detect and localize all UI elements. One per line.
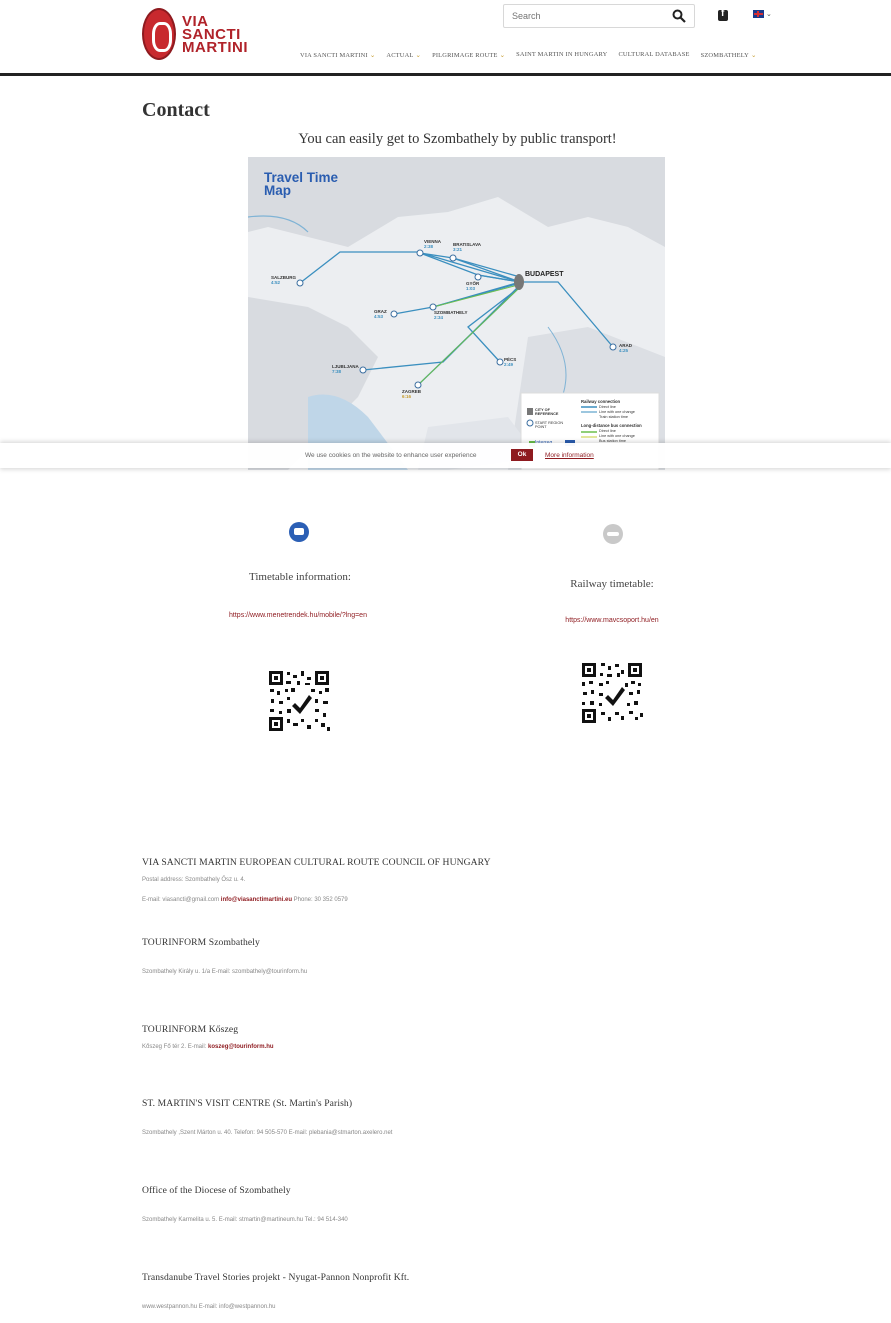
council-title: VIA SANCTI MARTIN EUROPEAN CULTURAL ROUT… <box>142 857 491 868</box>
search-box <box>503 4 695 28</box>
map-city-label: BRATISLAVA 3:21 <box>453 242 481 252</box>
bus-icon <box>289 522 309 542</box>
map-city-label: VIENNA 2:38 <box>424 239 441 249</box>
nav-item-pilgrimage-route[interactable]: PILGRIMAGE ROUTE ⌄ <box>432 51 505 59</box>
nav-item-actual[interactable]: ACTUAL ⌄ <box>386 51 421 59</box>
page-subtitle: You can easily get to Szombathely by pub… <box>298 131 617 147</box>
city-time: 4:25 <box>619 348 629 353</box>
legend-railway-item: Direct line <box>599 405 616 409</box>
nav-label: SZOMBATHELY <box>700 52 749 59</box>
legend-start-region: START REGION POINT <box>535 421 564 429</box>
logo-text: VIA SANCTI MARTINI <box>182 14 248 56</box>
cookie-text: We use cookies on the website to enhance… <box>305 452 477 459</box>
nav-item-via-sancti-martini[interactable]: VIA SANCTI MARTINI ⌄ <box>300 51 375 59</box>
council-postal: Postal address: Szombathely Ősz u. 4. <box>142 877 246 883</box>
chevron-down-icon: ⌄ <box>415 52 422 59</box>
timetable-link[interactable]: https://www.menetrendek.hu/mobile/?lng=e… <box>178 612 418 619</box>
site-header: VIA SANCTI MARTINI ⌄ VIA SANCTI MARTINI⌄… <box>0 0 891 76</box>
railway-label: Railway timetable: <box>570 578 654 590</box>
legend-bus-item: Direct line <box>599 429 616 433</box>
timetable-qr-code <box>267 669 331 733</box>
map-city-label: ARAD 4:25 <box>619 343 632 353</box>
map-city-label: LJUBLJANA 7:38 <box>332 364 359 374</box>
diocese-line: Szombathely Karmelita u. 5. E-mail: stma… <box>142 1217 348 1223</box>
map-city-label: SALZBURG 4:52 <box>271 275 296 285</box>
city-time: 2:34 <box>434 315 444 320</box>
map-city-label: BUDAPEST <box>525 271 564 278</box>
city-time: 2:38 <box>424 244 434 249</box>
legend-city-of-reference: CITY OF REFERENCE <box>535 408 559 416</box>
site-logo[interactable]: VIA SANCTI MARTINI <box>142 8 248 60</box>
nav-label: ACTUAL <box>386 52 414 59</box>
nav-item-cultural-database[interactable]: CULTURAL DATABASE <box>618 51 689 59</box>
nav-label: SAINT MARTIN IN HUNGARY <box>516 51 608 58</box>
map-title-text: Travel Time Map <box>264 170 339 198</box>
tourinform-koszeg-line: Kőszeg Fő tér 2. E-mail: koszeg@tourinfo… <box>142 1044 274 1050</box>
city-time: 6:16 <box>402 394 412 399</box>
railway-qr-code <box>580 661 644 725</box>
travel-time-map: Travel Time Map VIENNA 2:38 BRATISLAVA 3:2… <box>248 157 665 470</box>
legend-bus: Long-distance bus connection <box>581 423 642 428</box>
timetable-label: Timetable information: <box>249 571 351 583</box>
map-city-label: GRAZ 4:53 <box>374 309 387 319</box>
main-nav: VIA SANCTI MARTINI ⌄ ACTUAL ⌄ PILGRIMAGE R… <box>300 51 757 59</box>
city-time: 7:38 <box>332 369 342 374</box>
uk-flag-icon <box>753 10 764 18</box>
nav-label: VIA SANCTI MARTINI <box>300 52 368 59</box>
logo-line-3: MARTINI <box>182 38 248 56</box>
tourinform-szombathely-line: Szombathely Király u. 1/a E-mail: szomba… <box>142 969 308 975</box>
tourinform-koszeg-title: TOURINFORM Kőszeg <box>142 1024 239 1035</box>
city-time: 2:49 <box>504 362 514 367</box>
map-city-label: ZAGREB 6:16 <box>402 389 421 399</box>
cookie-ok-button[interactable]: Ok <box>511 449 533 461</box>
chevron-down-icon: ⌄ <box>499 52 506 59</box>
nav-item-saint-martin-in-hungary[interactable]: SAINT MARTIN IN HUNGARY <box>516 51 607 59</box>
diocese-title: Office of the Diocese of Szombathely <box>142 1185 291 1196</box>
nav-label: PILGRIMAGE ROUTE <box>432 52 498 59</box>
city-time: 4:53 <box>374 314 384 319</box>
search-input[interactable] <box>504 5 654 27</box>
tourinform-koszeg-text: Kőszeg Fő tér 2. E-mail: <box>142 1044 207 1050</box>
nav-item-szombathely[interactable]: SZOMBATHELY ⌄ <box>701 51 757 59</box>
chevron-down-icon: ⌄ <box>751 52 757 59</box>
council-email-link[interactable]: info@viasanctimartini.eu <box>221 897 292 903</box>
map-city-label: SZOMBATHELY 2:34 <box>434 310 468 320</box>
page-title: Contact <box>142 99 210 121</box>
transdanube-line: www.westpannon.hu E-mail: info@westpanno… <box>142 1304 276 1310</box>
city-name: BUDAPEST <box>525 271 564 278</box>
nav-label: CULTURAL DATABASE <box>618 51 690 58</box>
city-time: 4:52 <box>271 280 281 285</box>
facebook-icon[interactable] <box>718 8 728 21</box>
transdanube-title: Transdanube Travel Stories projekt - Nyu… <box>142 1272 410 1283</box>
legend-railway-item: Line with one change <box>599 410 635 414</box>
visit-centre-title: ST. MARTIN'S VISIT CENTRE (St. Martin's … <box>142 1098 353 1109</box>
railway-link[interactable]: https://www.mavcsoport.hu/en <box>492 617 732 624</box>
visit-centre-line: Szombathely ,Szent Márton u. 40. Telefon… <box>142 1130 393 1136</box>
tourinform-szombathely-title: TOURINFORM Szombathely <box>142 937 260 948</box>
council-phone: Phone: 30 352 0579 <box>293 897 348 903</box>
logo-seal-icon <box>142 8 176 60</box>
map-title: Travel Time Map <box>264 170 344 198</box>
map-city-label: GYŐR 1:03 <box>466 281 479 291</box>
language-selector[interactable]: ⌄ <box>753 10 772 18</box>
chevron-down-icon: ⌄ <box>369 52 376 59</box>
legend-bus-item: Line with one change <box>599 434 635 438</box>
map-city-label: PÉCS 2:49 <box>504 357 516 367</box>
council-contact-line: E-mail: viasancti@gmail.com info@viasanc… <box>142 897 348 903</box>
city-time: 1:03 <box>466 286 476 291</box>
city-time: 3:21 <box>453 247 463 252</box>
search-icon[interactable] <box>672 9 686 23</box>
train-icon <box>603 524 623 544</box>
chevron-down-icon: ⌄ <box>766 11 772 18</box>
council-email-text: E-mail: viasancti@gmail.com <box>142 897 220 903</box>
cookie-banner: We use cookies on the website to enhance… <box>0 443 891 468</box>
legend-railway: Railway connection <box>581 399 621 404</box>
tourinform-koszeg-email-link[interactable]: koszeg@tourinform.hu <box>208 1044 274 1050</box>
legend-railway-item: Train station time <box>599 415 628 419</box>
cookie-more-info-link[interactable]: More information <box>545 452 594 459</box>
